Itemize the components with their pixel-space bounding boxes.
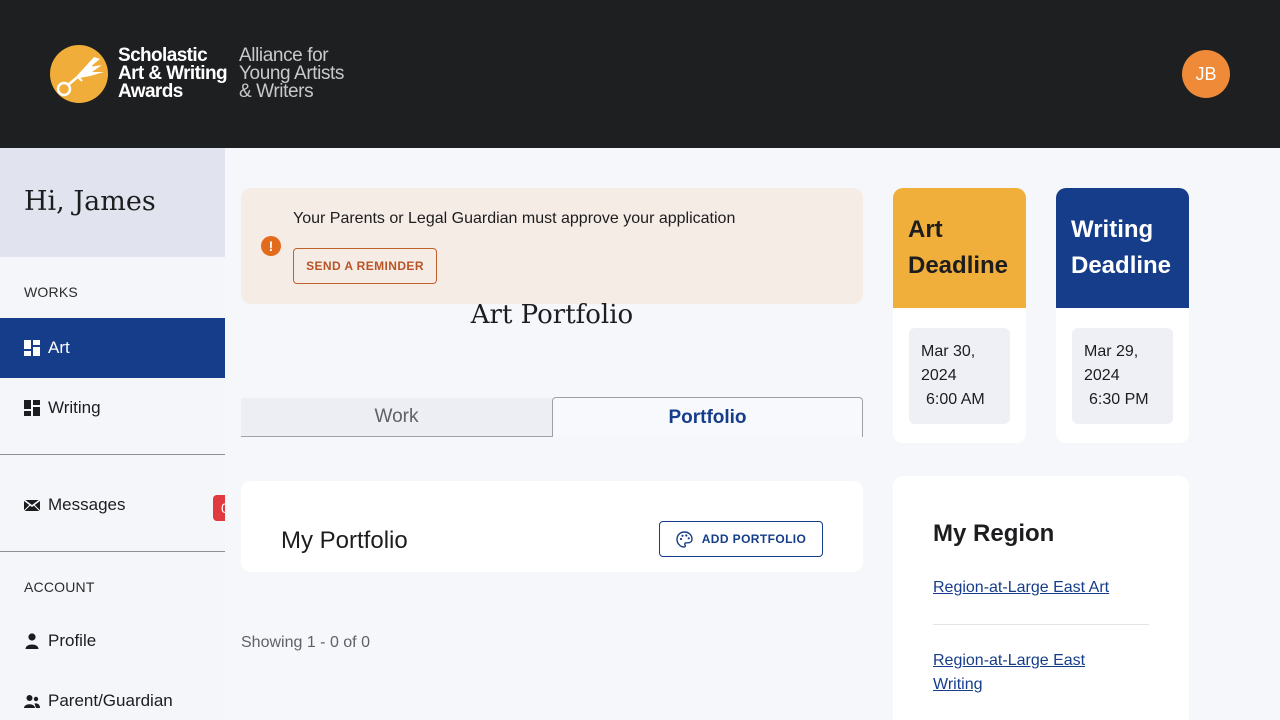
my-portfolio-card: My Portfolio ADD PORTFOLIO [241,481,863,572]
region-divider [933,624,1149,625]
region-link-art[interactable]: Region-at-Large East Art [933,576,1133,600]
deadline-time: 6:00 AM [926,391,985,408]
writing-deadline-card: Writing Deadline Mar 29, 2024 6:30 PM [1056,188,1189,443]
sidebar-item-messages[interactable]: Messages 0 [0,475,225,535]
results-count: Showing 1 - 0 of 0 [241,634,370,651]
dashboard-icon [24,400,40,416]
user-icon [24,633,40,649]
deadline-date: Mar 29, 2024 [1084,343,1139,384]
sidebar-item-label: Writing [48,398,101,417]
sidebar-item-parent-guardian[interactable]: Parent/Guardian [0,671,225,720]
sidebar-item-label: Art [48,338,70,357]
top-header: Scholastic Art & Writing Awards Alliance… [0,0,1280,148]
scholastic-logo[interactable]: Scholastic Art & Writing Awards Alliance… [50,45,344,103]
approval-alert: ! Your Parents or Legal Guardian must ap… [241,188,863,304]
portfolio-tabs: Work Portfolio [241,397,863,437]
deadline-date-box: Mar 30, 2024 6:00 AM [909,328,1010,424]
deadline-title: Art Deadline [893,188,1026,308]
works-section-label: WORKS [24,284,78,300]
greeting: Hi, James [24,186,156,217]
sidebar-item-art[interactable]: Art [0,318,225,378]
art-deadline-card: Art Deadline Mar 30, 2024 6:00 AM [893,188,1026,443]
users-icon [24,693,40,709]
logo-title: Scholastic Art & Writing Awards [118,45,228,102]
key-logo-icon [50,45,108,103]
sidebar-item-label: Parent/Guardian [48,691,173,710]
deadline-date-box: Mar 29, 2024 6:30 PM [1072,328,1173,424]
region-title: My Region [933,520,1055,547]
region-link-writing[interactable]: Region-at-Large East Writing [933,649,1133,697]
alert-message: Your Parents or Legal Guardian must appr… [293,210,736,227]
page-title: Art Portfolio [470,300,634,330]
add-portfolio-button[interactable]: ADD PORTFOLIO [659,521,823,557]
envelope-icon [23,497,41,513]
palette-icon [676,530,693,548]
messages-count-badge: 0 [213,495,225,521]
greeting-box: Hi, James [0,148,225,257]
sidebar-item-label: Profile [48,631,97,650]
my-region-card: My Region Region-at-Large East Art Regio… [893,476,1189,720]
sidebar: Hi, James WORKS Art Writing Messages 0 A… [0,148,225,720]
user-avatar[interactable]: JB [1182,50,1230,98]
add-portfolio-label: ADD PORTFOLIO [701,532,807,546]
deadline-time: 6:30 PM [1089,391,1149,408]
dashboard-icon [24,340,40,356]
my-portfolio-title: My Portfolio [281,527,408,554]
account-section-label: ACCOUNT [24,579,95,595]
deadline-title: Writing Deadline [1056,188,1189,308]
deadline-date: Mar 30, 2024 [921,343,976,384]
sidebar-item-profile[interactable]: Profile [0,611,225,671]
tab-portfolio[interactable]: Portfolio [552,397,863,437]
sidebar-item-label: Messages [48,495,126,514]
exclamation-icon: ! [261,236,281,256]
send-reminder-button[interactable]: SEND A REMINDER [293,248,437,284]
tab-work[interactable]: Work [241,398,552,437]
logo-subtitle: Alliance for Young Artists & Writers [239,45,345,102]
sidebar-item-writing[interactable]: Writing [0,378,225,438]
